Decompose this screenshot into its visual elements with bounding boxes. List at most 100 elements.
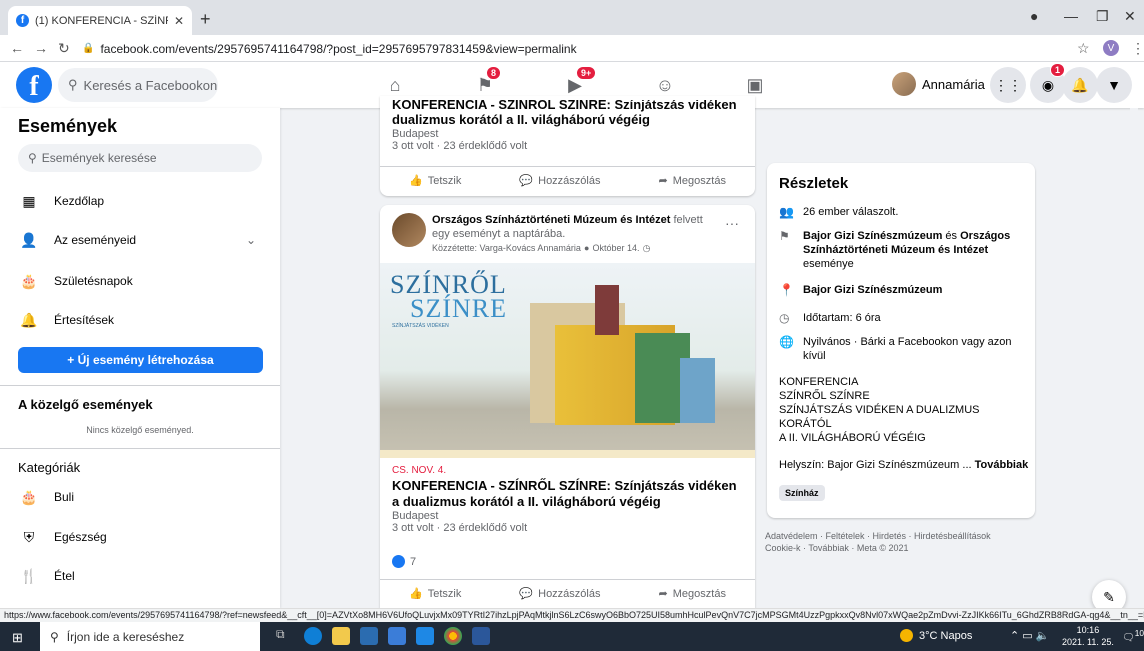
notification-center-icon[interactable]: 🗨10 (1122, 628, 1144, 643)
photos-icon[interactable] (416, 627, 434, 645)
word-icon[interactable] (472, 627, 490, 645)
more-options-icon[interactable]: ··· (725, 215, 739, 231)
facebook-search-input[interactable]: ⚲ Keresés a Facebookon (58, 68, 218, 102)
event-title[interactable]: KONFERENCIA - SZÍNRŐL SZÍNRE: Színjátszá… (392, 478, 747, 510)
new-tab-icon[interactable]: + (200, 9, 211, 30)
record-icon[interactable]: ● (1030, 8, 1038, 24)
duration-text: Időtartam: 6 óra (803, 312, 881, 324)
maximize-icon[interactable]: ❐ (1096, 8, 1109, 25)
post-date[interactable]: Október 14. (592, 243, 639, 253)
close-tab-icon[interactable]: ✕ (174, 14, 184, 28)
clock[interactable]: 10:16 2021. 11. 25. (1062, 624, 1114, 648)
menu-dots-icon[interactable]: ⋮ (1131, 40, 1144, 57)
reload-icon[interactable]: ↻ (58, 40, 70, 57)
event-cover-image[interactable]: SZÍNRŐL SZÍNRE SZÍNJÁTSZÁS VIDÉKEN (380, 263, 755, 458)
like-button[interactable]: 👍 Tetszik (409, 587, 461, 601)
hosts-and: és (942, 230, 961, 242)
forward-icon[interactable]: → (34, 40, 48, 56)
events-search-input[interactable]: ⚲ Események keresése (18, 144, 262, 172)
windows-start-icon[interactable]: ⊞ (12, 630, 23, 646)
info-icon: ● (583, 243, 590, 253)
sidebar-item-your-events[interactable]: 👤 Az eseményeid ⌄ (18, 226, 268, 254)
store-icon[interactable] (360, 627, 378, 645)
category-tag[interactable]: Színház (779, 485, 825, 501)
scrollbar[interactable] (1130, 108, 1138, 608)
edge-browser-icon[interactable] (304, 627, 322, 645)
weather-text: 3°C Napos (919, 629, 973, 642)
comment-button[interactable]: 💬 Hozzászólás (519, 174, 601, 188)
reaction-count: 7 (410, 555, 417, 568)
share-button[interactable]: ➦ Megosztás (659, 587, 726, 601)
url-field[interactable]: 🔒 facebook.com/events/2957695741164798/?… (82, 38, 1062, 59)
place-link[interactable]: Bajor Gizi Színészmúzeum (803, 283, 942, 297)
comment-label: Hozzászólás (538, 174, 601, 187)
location-pin-icon: 📍 (779, 283, 794, 297)
messenger-icon[interactable]: ◉ 1 (1030, 63, 1066, 103)
pages-badge: 8 (486, 66, 502, 80)
host-link-a[interactable]: Bajor Gizi Színészmúzeum (803, 230, 942, 242)
share-button[interactable]: ➦ Megosztás (659, 174, 726, 188)
menu-grid-icon[interactable]: ⋮⋮ (990, 67, 1026, 103)
mail-icon[interactable] (388, 627, 406, 645)
event-stats: 3 ott volt · 23 érdeklődő volt (392, 140, 528, 152)
star-icon[interactable]: ☆ (1077, 40, 1090, 57)
comment-icon: 💬 (519, 175, 534, 187)
taskbar-search-placeholder: Írjon ide a kereséshez (66, 629, 185, 644)
hosts-suffix: eseménye (803, 258, 854, 270)
reaction-summary[interactable]: 7 (392, 555, 416, 568)
facebook-logo-icon[interactable]: f (16, 67, 52, 103)
category-label: Egészség (54, 530, 107, 544)
event-title[interactable]: KONFERENCIA - SZÍNRŐL SZÍNRE: Színjátszá… (392, 100, 747, 112)
minimize-icon[interactable]: — (1064, 8, 1078, 24)
messenger-badge: 1 (1050, 63, 1066, 77)
sidebar-item-home[interactable]: ▦ Kezdőlap (18, 187, 268, 215)
author-avatar[interactable] (392, 213, 426, 247)
events-search-placeholder: Események keresése (41, 151, 157, 165)
category-item-party[interactable]: 🎂 Buli (18, 483, 268, 511)
weather-widget[interactable]: 3°C Napos (900, 629, 972, 642)
location-line-text: Helyszín: Bajor Gizi Színészmúzeum ... (779, 459, 972, 471)
divider (0, 448, 280, 449)
notifications-bell-icon[interactable]: 🔔 (1062, 67, 1098, 103)
post-author[interactable]: Országos Színháztörténeti Múzeum és Inté… (432, 214, 670, 226)
like-button[interactable]: 👍 Tetszik (409, 174, 461, 188)
sidebar-item-notifications[interactable]: 🔔 Értesítések (18, 306, 268, 334)
taskbar-search-input[interactable]: ⚲ Írjon ide a kereséshez (40, 622, 260, 651)
create-event-button[interactable]: + Új esemény létrehozása (18, 347, 263, 373)
event-info: CS. NOV. 4. KONFERENCIA - SZÍNRŐL SZÍNRE… (392, 465, 747, 534)
notification-count: 10 (1134, 628, 1144, 638)
back-icon[interactable]: ← (10, 40, 24, 56)
divider (0, 385, 280, 386)
health-shield-icon: ⛨ (23, 528, 35, 545)
share-label: Megosztás (672, 174, 726, 187)
browser-tab[interactable]: f (1) KONFERENCIA - SZÍNRŐL SZÍN ✕ (8, 6, 192, 35)
user-profile-link[interactable]: Annamária (892, 72, 985, 96)
image-title-line2: SZÍNRE (410, 294, 507, 323)
sidebar-item-birthdays[interactable]: 🎂 Születésnapok (18, 267, 268, 295)
account-dropdown-icon[interactable]: ▼ (1096, 67, 1132, 103)
sun-icon (900, 629, 913, 642)
globe-icon: 🌐 (779, 335, 794, 349)
category-item-food[interactable]: 🍴 Étel (18, 562, 268, 590)
event-stats: 3 ott volt · 23 érdeklődő volt (392, 522, 528, 534)
see-more-link[interactable]: Továbbiak (975, 459, 1029, 471)
search-icon: ⚲ (50, 629, 59, 644)
chrome-icon[interactable] (444, 627, 462, 645)
fork-knife-icon: 🍴 (20, 567, 38, 584)
footer-line1[interactable]: Adatvédelem · Feltételek · Hirdetés · Hi… (765, 530, 1050, 542)
flag-icon: ⚑ (779, 229, 790, 243)
file-explorer-icon[interactable] (332, 627, 350, 645)
share-label: Megosztás (672, 587, 726, 600)
event-info: KONFERENCIA - SZÍNRŐL SZÍNRE: Színjátszá… (392, 100, 747, 152)
task-view-icon[interactable]: ⧉ (276, 627, 294, 645)
close-window-icon[interactable]: ✕ (1124, 8, 1136, 25)
upcoming-heading: A közelgő események (18, 397, 153, 412)
tray-icons[interactable]: ⌃ ▭ 🔈 (1010, 629, 1049, 642)
chevron-down-icon[interactable]: ⌄ (246, 233, 256, 247)
sidebar-item-label: Az eseményeid (54, 233, 137, 247)
event-title-line2[interactable]: dualizmus korától a II. világháború végé… (392, 112, 747, 128)
category-item-health[interactable]: ⛨ Egészség (18, 523, 268, 551)
comment-button[interactable]: 💬 Hozzászólás (519, 587, 600, 601)
footer-line2[interactable]: Cookie-k · Továbbiak · Meta © 2021 (765, 542, 1050, 554)
profile-icon[interactable]: V (1103, 40, 1119, 56)
